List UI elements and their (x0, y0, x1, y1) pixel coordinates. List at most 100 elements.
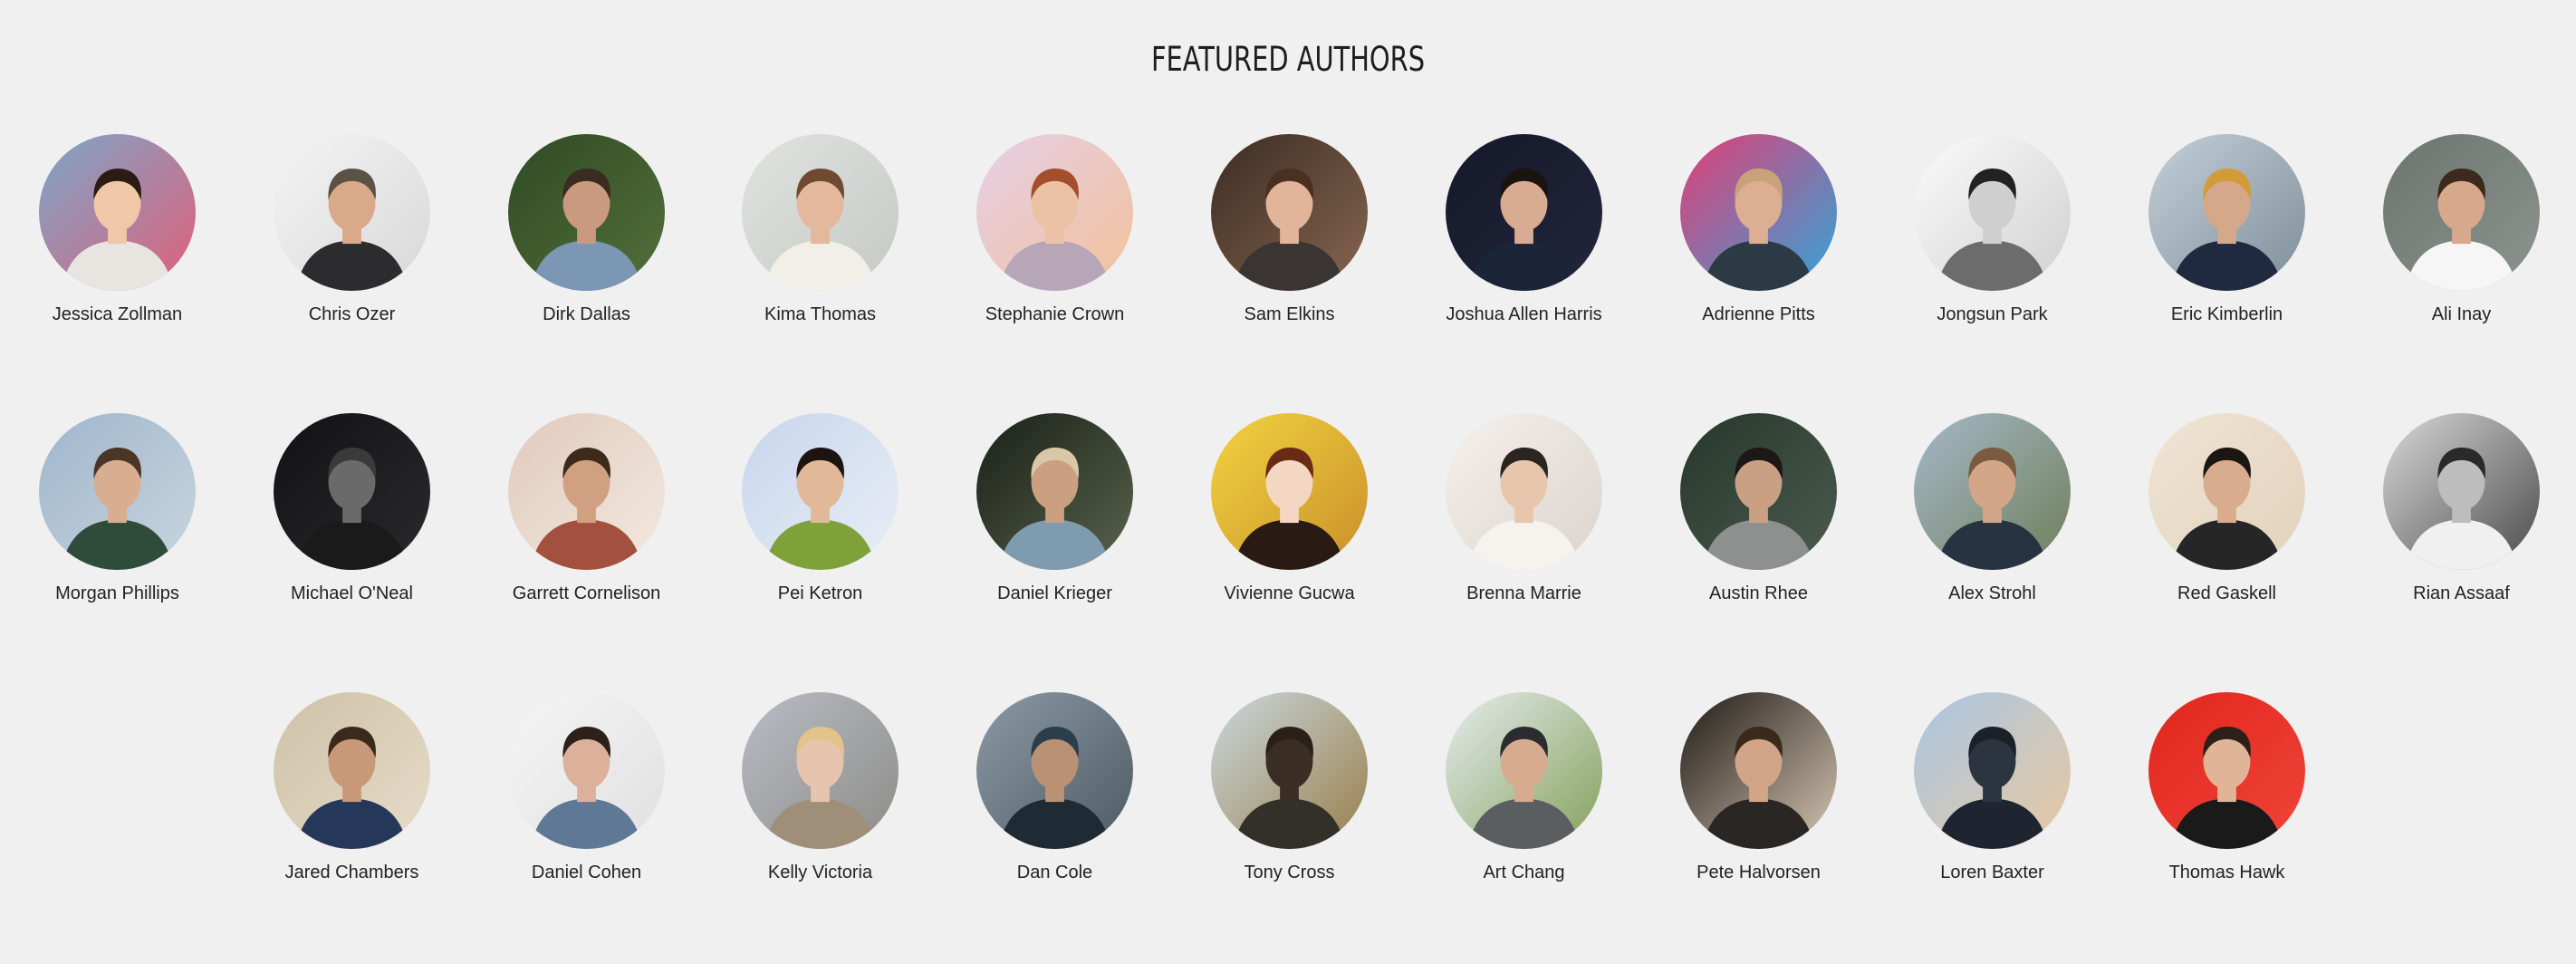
author-card[interactable]: Pete Halvorsen (1641, 692, 1876, 964)
author-avatar[interactable] (2148, 413, 2305, 570)
author-name[interactable]: Kelly Victoria (703, 861, 937, 884)
author-avatar[interactable] (976, 413, 1133, 570)
author-avatar[interactable] (1446, 413, 1602, 570)
author-card[interactable]: Kima Thomas (703, 134, 937, 406)
author-avatar[interactable] (976, 134, 1133, 291)
author-card[interactable]: Sam Elkins (1172, 134, 1407, 406)
author-card[interactable]: Ali Inay (2344, 134, 2576, 406)
author-avatar[interactable] (1211, 692, 1368, 849)
author-name[interactable]: Daniel Krieger (937, 582, 1172, 605)
author-name[interactable]: Loren Baxter (1875, 861, 2110, 884)
author-card[interactable]: Garrett Cornelison (469, 413, 704, 685)
author-card[interactable]: Eric Kimberlin (2110, 134, 2344, 406)
author-card[interactable]: Adrienne Pitts (1641, 134, 1876, 406)
author-avatar[interactable] (1680, 134, 1837, 291)
author-name[interactable]: Adrienne Pitts (1641, 303, 1876, 326)
avatar-photo (2383, 134, 2540, 291)
author-card[interactable]: Brenna Marrie (1407, 413, 1641, 685)
author-card[interactable]: Michael O'Neal (235, 413, 469, 685)
author-name[interactable]: Rian Assaaf (2344, 582, 2576, 605)
author-name[interactable]: Pei Ketron (703, 582, 937, 605)
author-name[interactable]: Dan Cole (937, 861, 1172, 884)
author-avatar[interactable] (1211, 134, 1368, 291)
author-avatar[interactable] (742, 413, 899, 570)
author-card[interactable]: Tony Cross (1172, 692, 1407, 964)
author-name[interactable]: Sam Elkins (1172, 303, 1407, 326)
author-avatar[interactable] (1446, 134, 1602, 291)
author-name[interactable]: Alex Strohl (1875, 582, 2110, 605)
author-card[interactable]: Alex Strohl (1875, 413, 2110, 685)
author-name[interactable]: Michael O'Neal (235, 582, 469, 605)
author-card[interactable]: Jongsun Park (1875, 134, 2110, 406)
author-avatar[interactable] (1914, 413, 2071, 570)
author-name[interactable]: Daniel Cohen (469, 861, 704, 884)
author-name[interactable]: Austin Rhee (1641, 582, 1876, 605)
author-avatar[interactable] (1211, 413, 1368, 570)
author-avatar[interactable] (2148, 134, 2305, 291)
author-name[interactable]: Ali Inay (2344, 303, 2576, 326)
author-card[interactable]: Loren Baxter (1875, 692, 2110, 964)
author-avatar[interactable] (742, 134, 899, 291)
author-name[interactable]: Kima Thomas (703, 303, 937, 326)
author-name[interactable]: Vivienne Gucwa (1172, 582, 1407, 605)
author-avatar[interactable] (742, 692, 899, 849)
avatar-photo (39, 413, 196, 570)
avatar-photo (742, 134, 899, 291)
author-card[interactable]: Jessica Zollman (0, 134, 235, 406)
author-card[interactable]: Daniel Krieger (937, 413, 1172, 685)
author-card[interactable]: Art Chang (1407, 692, 1641, 964)
author-card[interactable]: Dan Cole (937, 692, 1172, 964)
author-avatar[interactable] (274, 134, 430, 291)
author-name[interactable]: Morgan Phillips (0, 582, 235, 605)
avatar-photo (742, 413, 899, 570)
author-card[interactable]: Dirk Dallas (469, 134, 704, 406)
author-card[interactable]: Pei Ketron (703, 413, 937, 685)
author-name[interactable]: Joshua Allen Harris (1407, 303, 1641, 326)
author-name[interactable]: Thomas Hawk (2110, 861, 2344, 884)
author-avatar[interactable] (2383, 134, 2540, 291)
author-name[interactable]: Jongsun Park (1875, 303, 2110, 326)
avatar-photo (1680, 134, 1837, 291)
author-card[interactable]: Daniel Cohen (469, 692, 704, 964)
author-avatar[interactable] (2383, 413, 2540, 570)
author-name[interactable]: Brenna Marrie (1407, 582, 1641, 605)
author-card[interactable]: Chris Ozer (235, 134, 469, 406)
author-card[interactable]: Vivienne Gucwa (1172, 413, 1407, 685)
author-name[interactable]: Eric Kimberlin (2110, 303, 2344, 326)
author-avatar[interactable] (1914, 692, 2071, 849)
author-name[interactable]: Art Chang (1407, 861, 1641, 884)
author-card[interactable]: Rian Assaaf (2344, 413, 2576, 685)
author-avatar[interactable] (274, 692, 430, 849)
author-name[interactable]: Pete Halvorsen (1641, 861, 1876, 884)
author-card[interactable]: Jared Chambers (235, 692, 469, 964)
author-card[interactable]: Morgan Phillips (0, 413, 235, 685)
author-card[interactable]: Austin Rhee (1641, 413, 1876, 685)
author-card[interactable]: Stephanie Crown (937, 134, 1172, 406)
author-name[interactable]: Dirk Dallas (469, 303, 704, 326)
author-name[interactable]: Jessica Zollman (0, 303, 235, 326)
author-avatar[interactable] (2148, 692, 2305, 849)
author-name[interactable]: Jared Chambers (235, 861, 469, 884)
author-avatar[interactable] (508, 692, 665, 849)
author-avatar[interactable] (976, 692, 1133, 849)
author-name[interactable]: Chris Ozer (235, 303, 469, 326)
author-avatar[interactable] (1680, 413, 1837, 570)
author-card[interactable]: Kelly Victoria (703, 692, 937, 964)
author-avatar[interactable] (1446, 692, 1602, 849)
author-avatar[interactable] (39, 134, 196, 291)
author-name[interactable]: Red Gaskell (2110, 582, 2344, 605)
author-card[interactable]: Thomas Hawk (2110, 692, 2344, 964)
author-avatar[interactable] (1914, 134, 2071, 291)
author-avatar[interactable] (508, 134, 665, 291)
author-card[interactable]: Red Gaskell (2110, 413, 2344, 685)
author-avatar[interactable] (39, 413, 196, 570)
author-avatar[interactable] (1680, 692, 1837, 849)
authors-grid: Jessica Zollman Chris Ozer Dirk Dallas Kima… (0, 0, 2576, 960)
author-avatar[interactable] (274, 413, 430, 570)
author-name[interactable]: Stephanie Crown (937, 303, 1172, 326)
avatar-photo (508, 134, 665, 291)
author-card[interactable]: Joshua Allen Harris (1407, 134, 1641, 406)
author-avatar[interactable] (508, 413, 665, 570)
author-name[interactable]: Garrett Cornelison (469, 582, 704, 605)
author-name[interactable]: Tony Cross (1172, 861, 1407, 884)
